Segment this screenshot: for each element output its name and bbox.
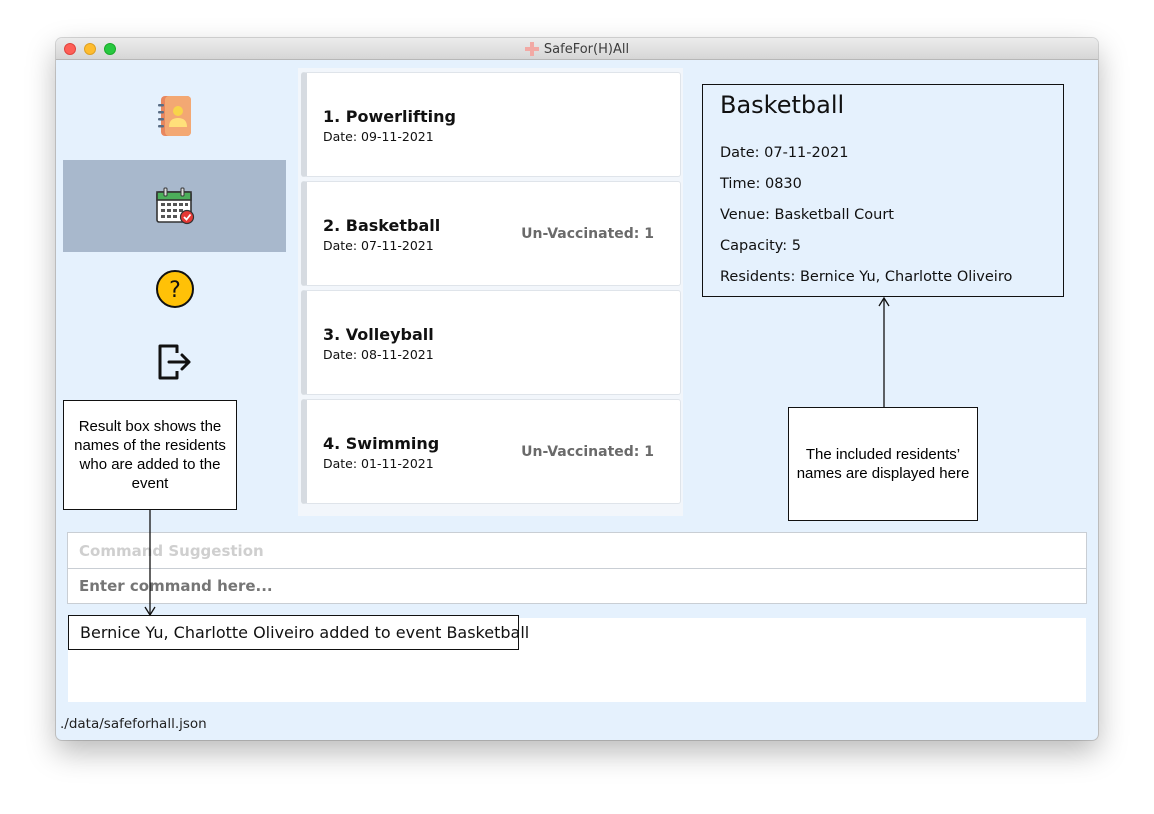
app-window: SafeFor(H)All ? 1. Powerlifting Date: 09… [56, 38, 1098, 740]
annotation-arrows [144, 296, 890, 617]
